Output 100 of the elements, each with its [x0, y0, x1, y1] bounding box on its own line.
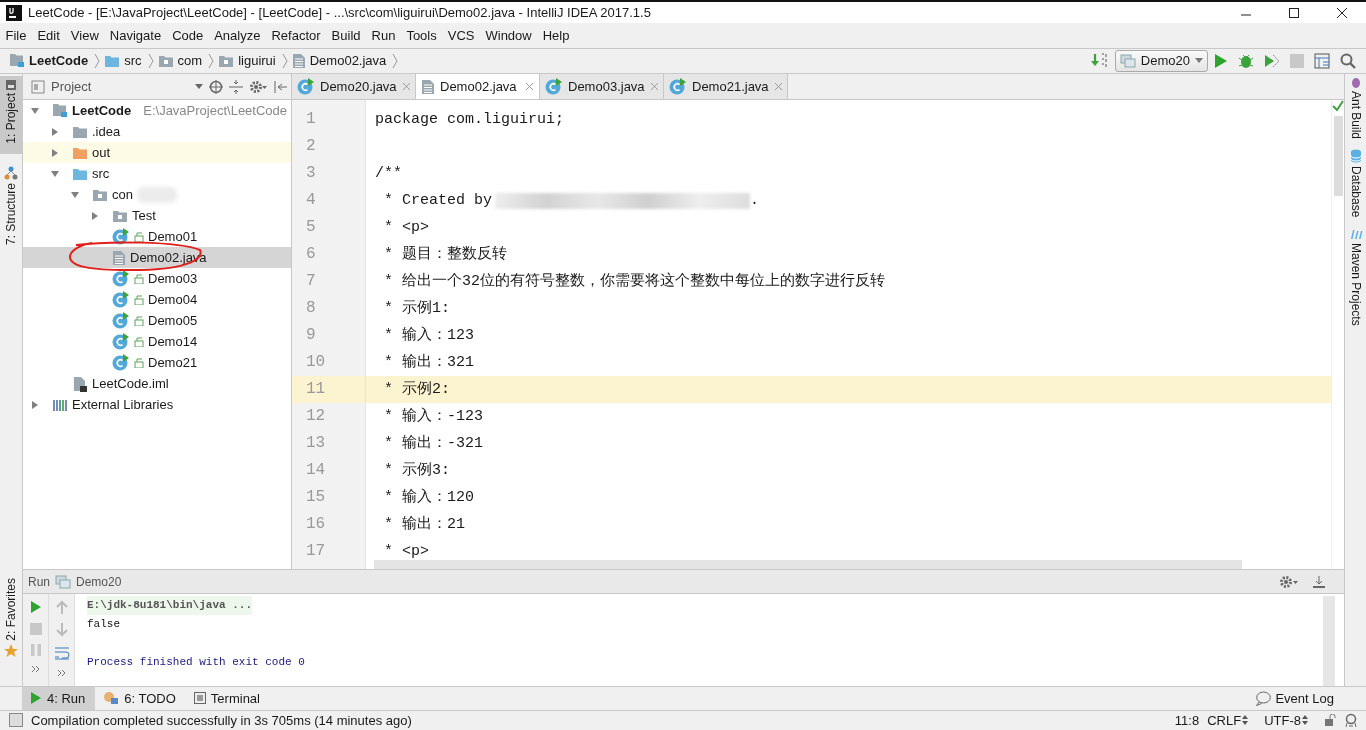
expand-arrow-icon[interactable] [30, 399, 40, 410]
breadcrumb-item[interactable]: LeetCode [9, 53, 89, 69]
expand-arrow-icon[interactable] [50, 126, 60, 137]
tool-window-button[interactable]: Maven Projects [1348, 227, 1363, 326]
code-text: . [750, 191, 760, 212]
editor-tab[interactable]: Demo21.java [664, 74, 788, 100]
tool-window-button[interactable]: Database [1348, 149, 1363, 218]
caret-icon [1195, 57, 1203, 64]
breadcrumb-item[interactable]: Demo02.java [291, 52, 387, 69]
menu-item[interactable]: File [0, 28, 32, 44]
code-line: * 示例3: [383, 461, 450, 482]
tool-window-tab[interactable]: Terminal [185, 687, 270, 710]
class-icon [297, 78, 315, 96]
tool-window-button[interactable]: 2: Favorites [0, 574, 22, 663]
tool-window-button[interactable]: Ant Build [1348, 76, 1363, 140]
scrollbar-thumb[interactable] [1333, 116, 1343, 197]
target-icon[interactable] [209, 79, 223, 94]
hide-icon[interactable] [273, 79, 287, 94]
run-icon [30, 691, 42, 706]
debug-icon[interactable] [1238, 52, 1254, 69]
package-icon [92, 187, 108, 202]
horizontal-scrollbar[interactable] [374, 560, 1242, 570]
menu-item[interactable]: Navigate [104, 28, 167, 44]
menu-item[interactable]: VCS [442, 28, 480, 44]
more-icon[interactable] [30, 665, 41, 674]
event-log-button[interactable]: Event Log [1255, 687, 1334, 710]
up-arrow-icon[interactable] [55, 600, 68, 615]
caret-position[interactable]: 11:8 [1174, 712, 1200, 728]
run-icon[interactable] [1214, 52, 1228, 69]
tree-item[interactable]: LeetCode E:\JavaProject\LeetCode [23, 100, 291, 122]
code-line: * 输出：-321 [383, 433, 483, 455]
breadcrumb-item[interactable]: com [157, 53, 203, 69]
class-icon [112, 312, 130, 330]
tree-item[interactable]: External Libraries [23, 394, 291, 416]
tree-item[interactable]: src [23, 163, 291, 185]
collapse-all-icon[interactable] [229, 79, 243, 94]
tree-item[interactable]: LeetCode.iml [23, 373, 291, 395]
tree-item[interactable]: Demo03 [23, 268, 291, 290]
search-icon[interactable] [1340, 52, 1356, 69]
encoding-selector[interactable]: UTF-8 [1264, 712, 1308, 728]
settings-icon[interactable] [1279, 574, 1299, 589]
module-file-icon [72, 375, 88, 392]
chevron-icon [94, 52, 101, 69]
menu-item[interactable]: Help [537, 28, 575, 44]
window-icon [55, 574, 71, 589]
project-structure-icon[interactable] [1314, 52, 1330, 69]
down-arrow-icon[interactable] [55, 623, 68, 638]
breadcrumb-item[interactable]: liguirui [218, 53, 276, 69]
pin-icon[interactable] [1312, 574, 1326, 589]
tree-item[interactable]: con [23, 184, 291, 206]
collapse-arrow-icon[interactable] [30, 105, 40, 116]
menu-item[interactable]: Refactor [265, 28, 327, 44]
maximize-icon[interactable] [1288, 6, 1300, 19]
settings-icon[interactable] [249, 79, 267, 94]
editor-tab[interactable]: Demo02.java [416, 74, 540, 100]
coverage-icon[interactable] [1264, 52, 1280, 69]
tree-item[interactable]: Demo05 [23, 310, 291, 332]
close-icon[interactable] [1336, 6, 1348, 19]
scrollbar[interactable] [1323, 596, 1335, 687]
menu-item[interactable]: Window [479, 28, 538, 44]
menu-item[interactable]: Analyze [208, 28, 266, 44]
tree-item[interactable]: out [23, 142, 291, 164]
collapse-arrow-icon[interactable] [50, 168, 60, 179]
menu-item[interactable]: Edit [31, 28, 66, 44]
line-separator-selector[interactable]: CRLF [1207, 712, 1249, 728]
collapse-arrow-icon[interactable] [70, 189, 80, 200]
tree-item[interactable]: Demo01 [23, 226, 291, 248]
line-number: 14 [305, 460, 327, 482]
tree-item[interactable]: Test [23, 205, 291, 227]
menu-item[interactable]: Tools [400, 28, 443, 44]
tree-item[interactable]: Demo14 [23, 331, 291, 353]
tool-window-button[interactable]: 1: Project [0, 76, 22, 155]
expand-arrow-icon[interactable] [90, 210, 100, 221]
class-icon [112, 291, 130, 309]
run-tab[interactable]: Demo20 [76, 574, 122, 589]
lock-icon[interactable] [1324, 714, 1336, 727]
line-number: 1 [305, 109, 317, 131]
tree-item[interactable]: .idea [23, 121, 291, 143]
tool-window-tab[interactable]: 4: Run [22, 687, 96, 710]
expand-arrow-icon[interactable] [50, 147, 60, 158]
line-number: 5 [305, 217, 317, 239]
menu-item[interactable]: Code [166, 28, 209, 44]
editor-tab[interactable]: Demo20.java [292, 74, 416, 100]
build-arrow-icon[interactable] [1090, 51, 1109, 70]
tree-item[interactable]: Demo04 [23, 289, 291, 311]
editor-tab[interactable]: Demo03.java [540, 74, 664, 100]
run-icon[interactable] [29, 600, 42, 615]
package-icon [218, 53, 235, 68]
status-toggle-icon[interactable] [9, 713, 23, 728]
run-configuration-dropdown[interactable]: Demo20 [1114, 49, 1208, 72]
menu-item[interactable]: Run [366, 28, 401, 44]
breadcrumb-item[interactable]: src [104, 53, 142, 69]
todo-icon [103, 691, 120, 706]
tree-item[interactable]: Demo21 [23, 352, 291, 374]
more-icon[interactable] [56, 669, 67, 678]
menu-item[interactable]: Build [326, 28, 366, 44]
tool-window-button[interactable]: 7: Structure [0, 162, 22, 250]
tool-window-tab[interactable]: 6: TODO [95, 687, 186, 710]
soft-wrap-icon[interactable] [53, 646, 70, 661]
menu-item[interactable]: View [65, 28, 105, 44]
